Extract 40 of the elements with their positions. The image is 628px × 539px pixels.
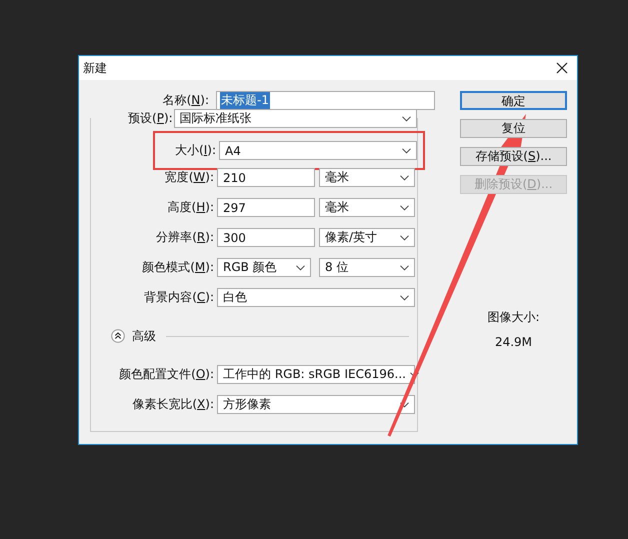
field-label: 名称(N): bbox=[162, 92, 210, 109]
field-label: 背景内容(C): bbox=[143, 289, 215, 306]
dialog-button[interactable]: 复位 bbox=[460, 119, 567, 138]
input-field[interactable]: 297 bbox=[217, 198, 315, 217]
dropdown[interactable]: 像素/英寸 bbox=[319, 228, 415, 247]
field-label: 大小(I): bbox=[174, 142, 217, 159]
field-label: 预设(P): bbox=[91, 110, 174, 127]
dropdown[interactable]: 8 位 bbox=[319, 258, 415, 277]
chevron-down-icon bbox=[296, 264, 305, 270]
chevron-down-icon bbox=[400, 234, 409, 240]
window-title: 新建 bbox=[83, 60, 107, 76]
dropdown[interactable]: RGB 颜色 bbox=[217, 258, 311, 277]
input-field[interactable]: 300 bbox=[217, 228, 315, 247]
field-label: 颜色配置文件(O): bbox=[118, 366, 215, 383]
collapse-chevron-icon[interactable] bbox=[111, 329, 125, 343]
chevron-down-icon bbox=[400, 204, 409, 210]
input-field[interactable]: 210 bbox=[217, 168, 315, 187]
dropdown[interactable]: 白色 bbox=[217, 288, 415, 307]
field-label: 分辨率(R): bbox=[155, 229, 215, 246]
image-size-value: 24.9M bbox=[494, 335, 532, 349]
chevron-down-icon bbox=[402, 116, 411, 122]
input-field[interactable]: 未标题-1 bbox=[216, 91, 435, 110]
section-label: 高级 bbox=[132, 328, 156, 344]
chevron-down-icon bbox=[400, 264, 409, 270]
dialog-button[interactable]: 确定 bbox=[460, 91, 567, 110]
chevron-down-icon bbox=[402, 148, 411, 154]
field-label: 高度(H): bbox=[166, 199, 215, 216]
image-size-label: 图像大小: bbox=[487, 309, 540, 326]
chevron-down-icon bbox=[400, 174, 409, 180]
close-button[interactable] bbox=[555, 61, 569, 75]
dropdown[interactable]: A4 bbox=[219, 141, 417, 160]
dropdown[interactable]: 国际标准纸张 bbox=[174, 109, 417, 128]
dropdown[interactable]: 毫米 bbox=[319, 198, 415, 217]
dropdown[interactable]: 毫米 bbox=[319, 168, 415, 187]
field-label: 宽度(W): bbox=[164, 169, 215, 186]
dialog-button[interactable]: 存储预设(S)... bbox=[460, 147, 567, 166]
field-label: 颜色模式(M): bbox=[141, 259, 215, 276]
chevron-down-icon bbox=[400, 294, 409, 300]
field-label: 像素长宽比(X): bbox=[131, 396, 215, 413]
dropdown[interactable]: 方形像素 bbox=[217, 395, 415, 414]
